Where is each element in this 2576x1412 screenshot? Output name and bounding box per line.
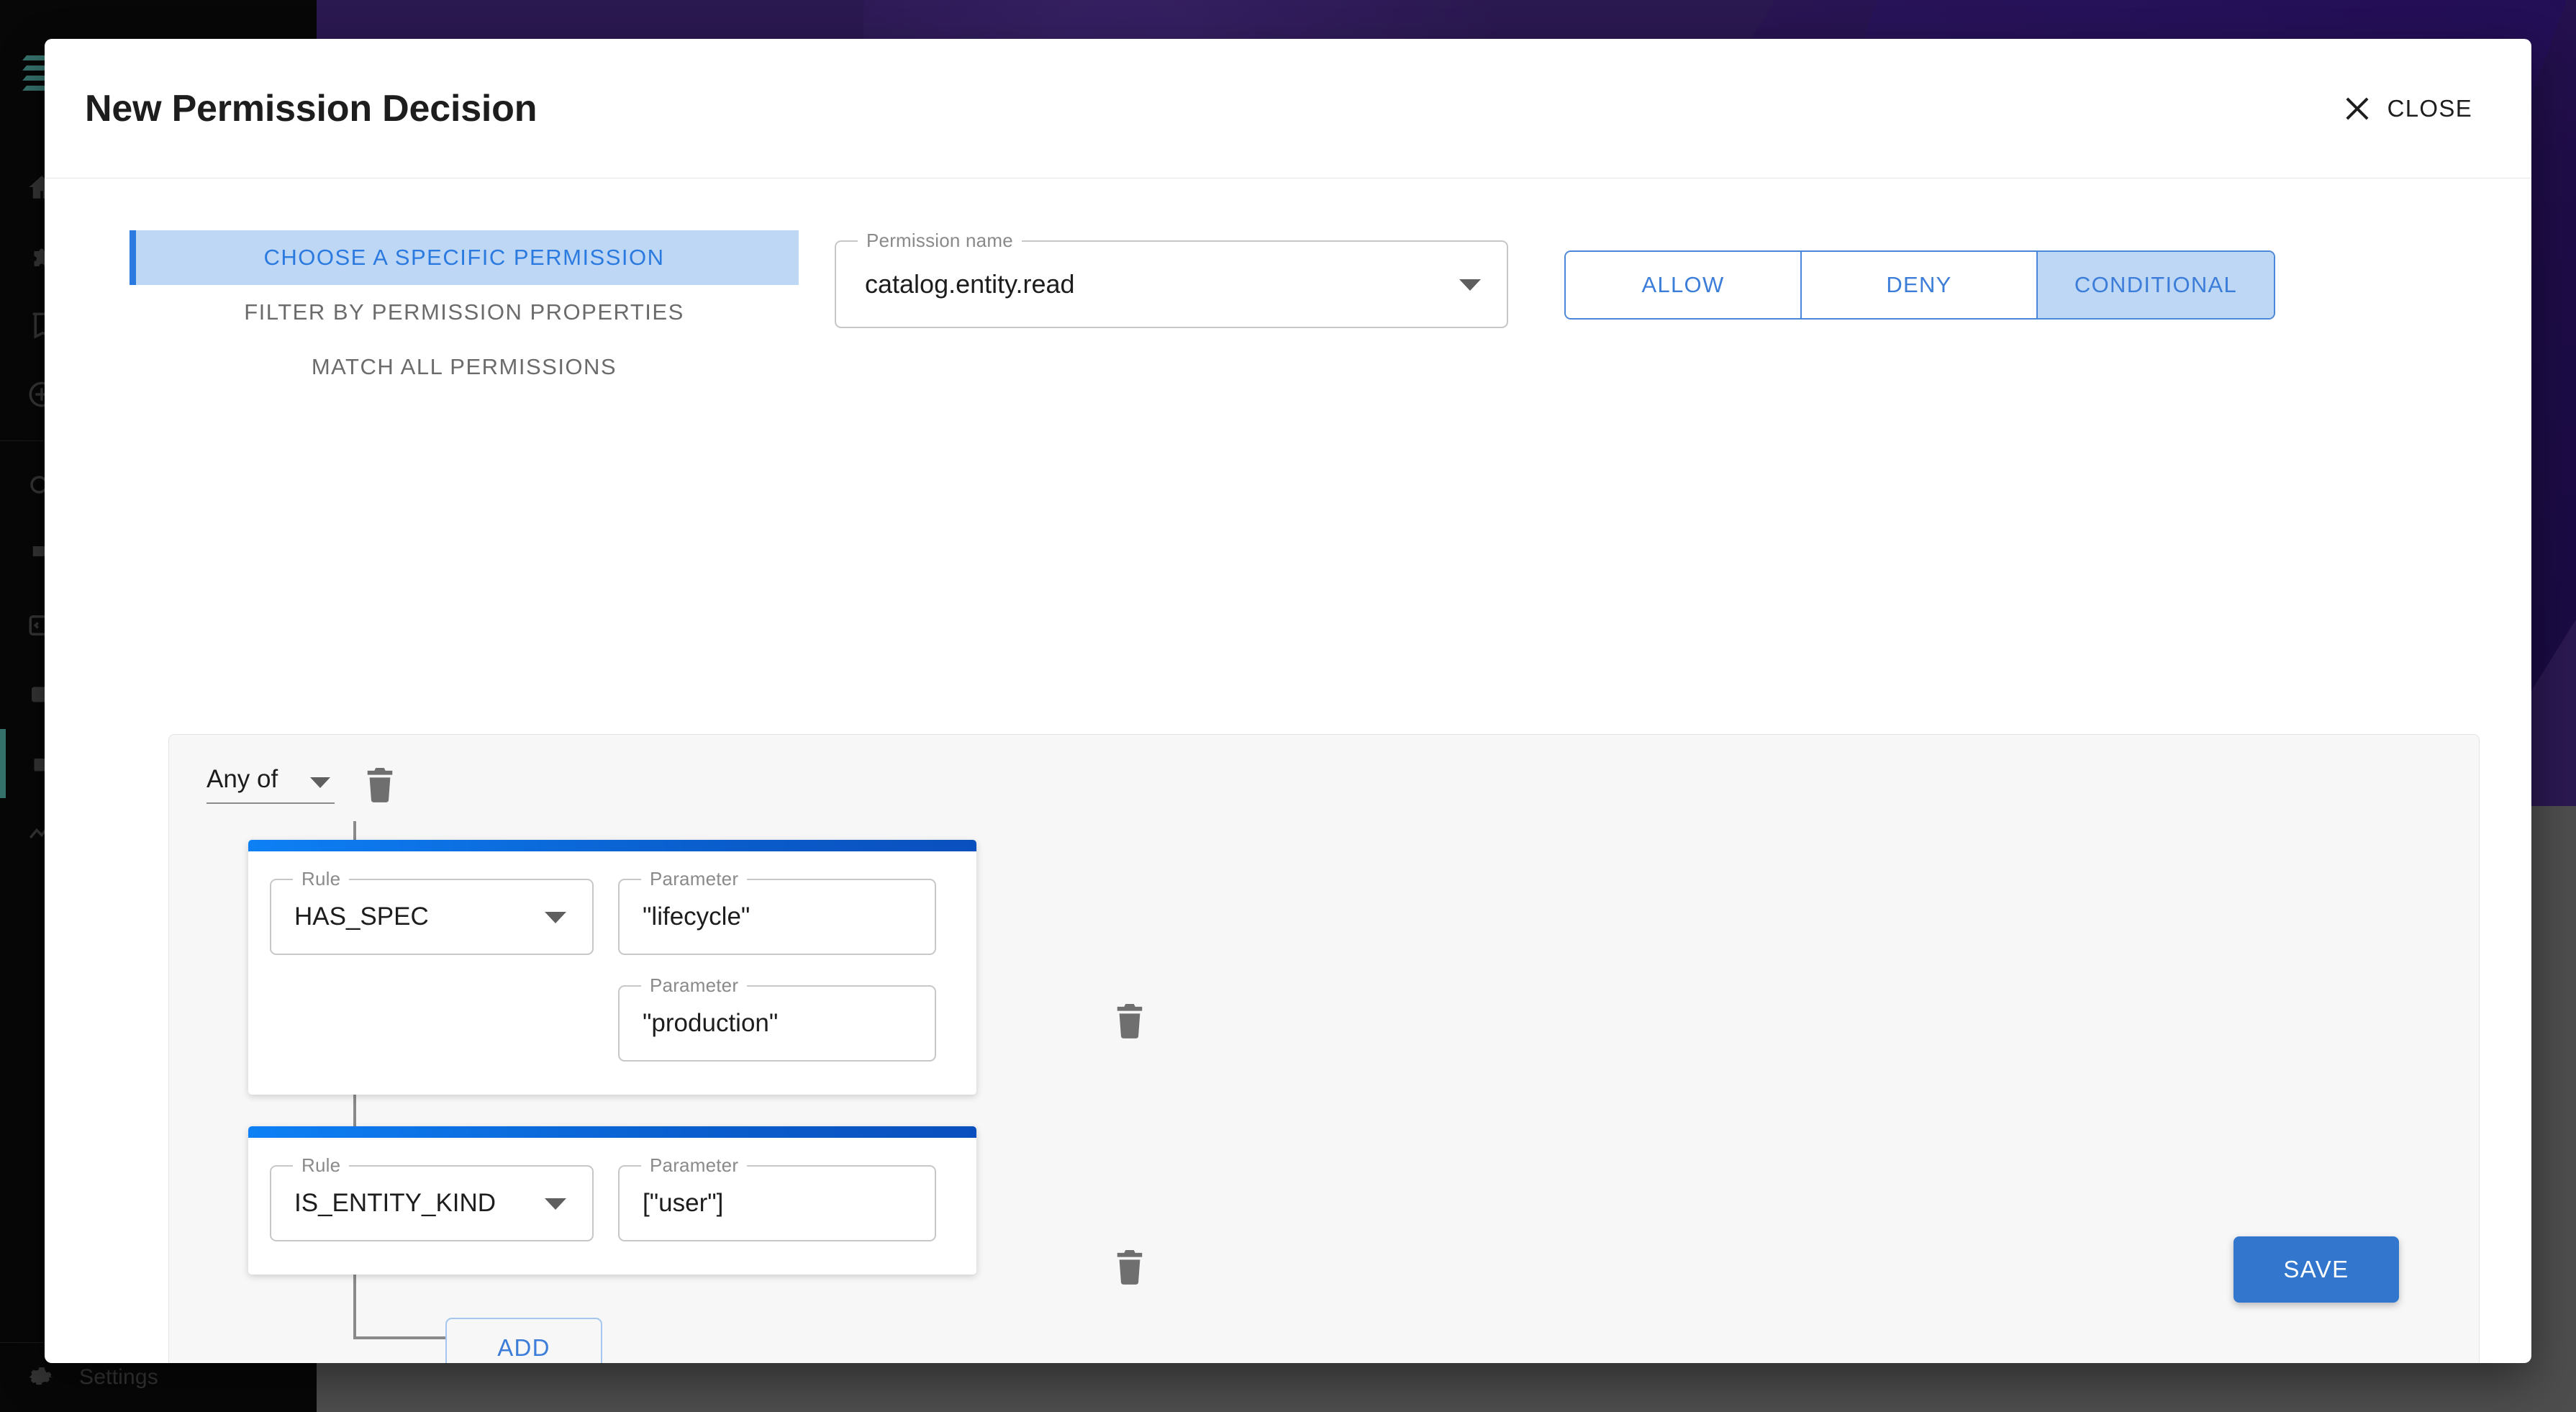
tab-label: FILTER BY PERMISSION PROPERTIES: [244, 299, 684, 325]
tab-label: CHOOSE A SPECIFIC PERMISSION: [263, 245, 665, 270]
rule-label: Rule: [293, 1154, 350, 1177]
top-row: CHOOSE A SPECIFIC PERMISSION FILTER BY P…: [130, 220, 2480, 394]
close-button[interactable]: CLOSE: [2336, 84, 2480, 133]
effect-button-deny[interactable]: DENY: [1802, 252, 2038, 318]
save-button[interactable]: SAVE: [2233, 1236, 2399, 1303]
criteria-select[interactable]: Any of: [207, 765, 335, 804]
rule-card-accent-bar: [248, 1126, 976, 1138]
chevron-down-icon: [310, 777, 330, 788]
chevron-down-icon: [1459, 279, 1481, 291]
delete-rule-button[interactable]: [1113, 1249, 1146, 1285]
permission-mode-tabs: CHOOSE A SPECIFIC PERMISSION FILTER BY P…: [130, 220, 799, 394]
tab-match-all-permissions[interactable]: MATCH ALL PERMISSIONS: [130, 340, 799, 394]
decision-effect-toggle-group: ALLOW DENY CONDITIONAL: [1564, 250, 2275, 320]
parameter-column: Parameter ["user"]: [618, 1154, 936, 1241]
parameter-input[interactable]: Parameter "production": [618, 974, 936, 1062]
new-permission-decision-dialog: New Permission Decision CLOSE CHOOSE A S…: [45, 39, 2531, 1363]
rule-card: Rule IS_ENTITY_KIND Parameter ["user"]: [248, 1126, 976, 1275]
parameter-value: "production": [643, 1009, 779, 1037]
permission-name-label: Permission name: [858, 230, 1022, 252]
effect-button-label: CONDITIONAL: [2074, 272, 2238, 297]
effect-button-allow[interactable]: ALLOW: [1566, 252, 1802, 318]
parameter-column: Parameter "lifecycle" Parameter "product…: [618, 868, 936, 1062]
permission-name-value: catalog.entity.read: [865, 269, 1075, 299]
rule-select[interactable]: Rule HAS_SPEC: [270, 868, 594, 955]
dialog-title: New Permission Decision: [85, 87, 538, 130]
rule-card-accent-bar: [248, 840, 976, 851]
tab-label: MATCH ALL PERMISSIONS: [311, 354, 617, 379]
rule-card-body: Rule HAS_SPEC Parameter "lifecycle" Para…: [248, 851, 976, 1095]
effect-button-label: ALLOW: [1641, 272, 1725, 297]
rule-card: Rule HAS_SPEC Parameter "lifecycle" Para…: [248, 840, 976, 1095]
delete-criteria-button[interactable]: [363, 766, 396, 802]
rule-label: Rule: [293, 868, 350, 890]
chevron-down-icon: [545, 912, 566, 923]
parameter-label: Parameter: [641, 868, 748, 890]
delete-rule-button[interactable]: [1113, 1003, 1146, 1038]
close-icon: [2343, 94, 2372, 123]
parameter-input[interactable]: Parameter ["user"]: [618, 1154, 936, 1241]
close-button-label: CLOSE: [2387, 94, 2472, 122]
effect-button-conditional[interactable]: CONDITIONAL: [2038, 252, 2274, 318]
rule-card-body: Rule IS_ENTITY_KIND Parameter ["user"]: [248, 1138, 976, 1275]
dialog-header: New Permission Decision CLOSE: [45, 39, 2531, 178]
parameter-label: Parameter: [641, 974, 748, 997]
chevron-down-icon: [545, 1198, 566, 1210]
condition-tree-branch: [353, 1336, 445, 1339]
tab-filter-by-permission-properties[interactable]: FILTER BY PERMISSION PROPERTIES: [130, 285, 799, 340]
parameter-input[interactable]: Parameter "lifecycle": [618, 868, 936, 955]
dialog-body: CHOOSE A SPECIFIC PERMISSION FILTER BY P…: [45, 178, 2531, 1363]
effect-button-label: DENY: [1886, 272, 1952, 297]
add-rule-button[interactable]: ADD: [445, 1318, 602, 1363]
rule-select[interactable]: Rule IS_ENTITY_KIND: [270, 1154, 594, 1241]
parameter-label: Parameter: [641, 1154, 748, 1177]
permission-name-select[interactable]: Permission name catalog.entity.read: [835, 230, 1508, 328]
criteria-row: Any of: [169, 735, 2479, 804]
criteria-value: Any of: [207, 765, 278, 793]
parameter-value: ["user"]: [643, 1189, 724, 1217]
parameter-value: "lifecycle": [643, 902, 750, 931]
tab-choose-specific-permission[interactable]: CHOOSE A SPECIFIC PERMISSION: [130, 230, 799, 285]
conditions-panel: Any of Rule HAS_SPEC Parameter "lifecycl…: [168, 734, 2480, 1363]
